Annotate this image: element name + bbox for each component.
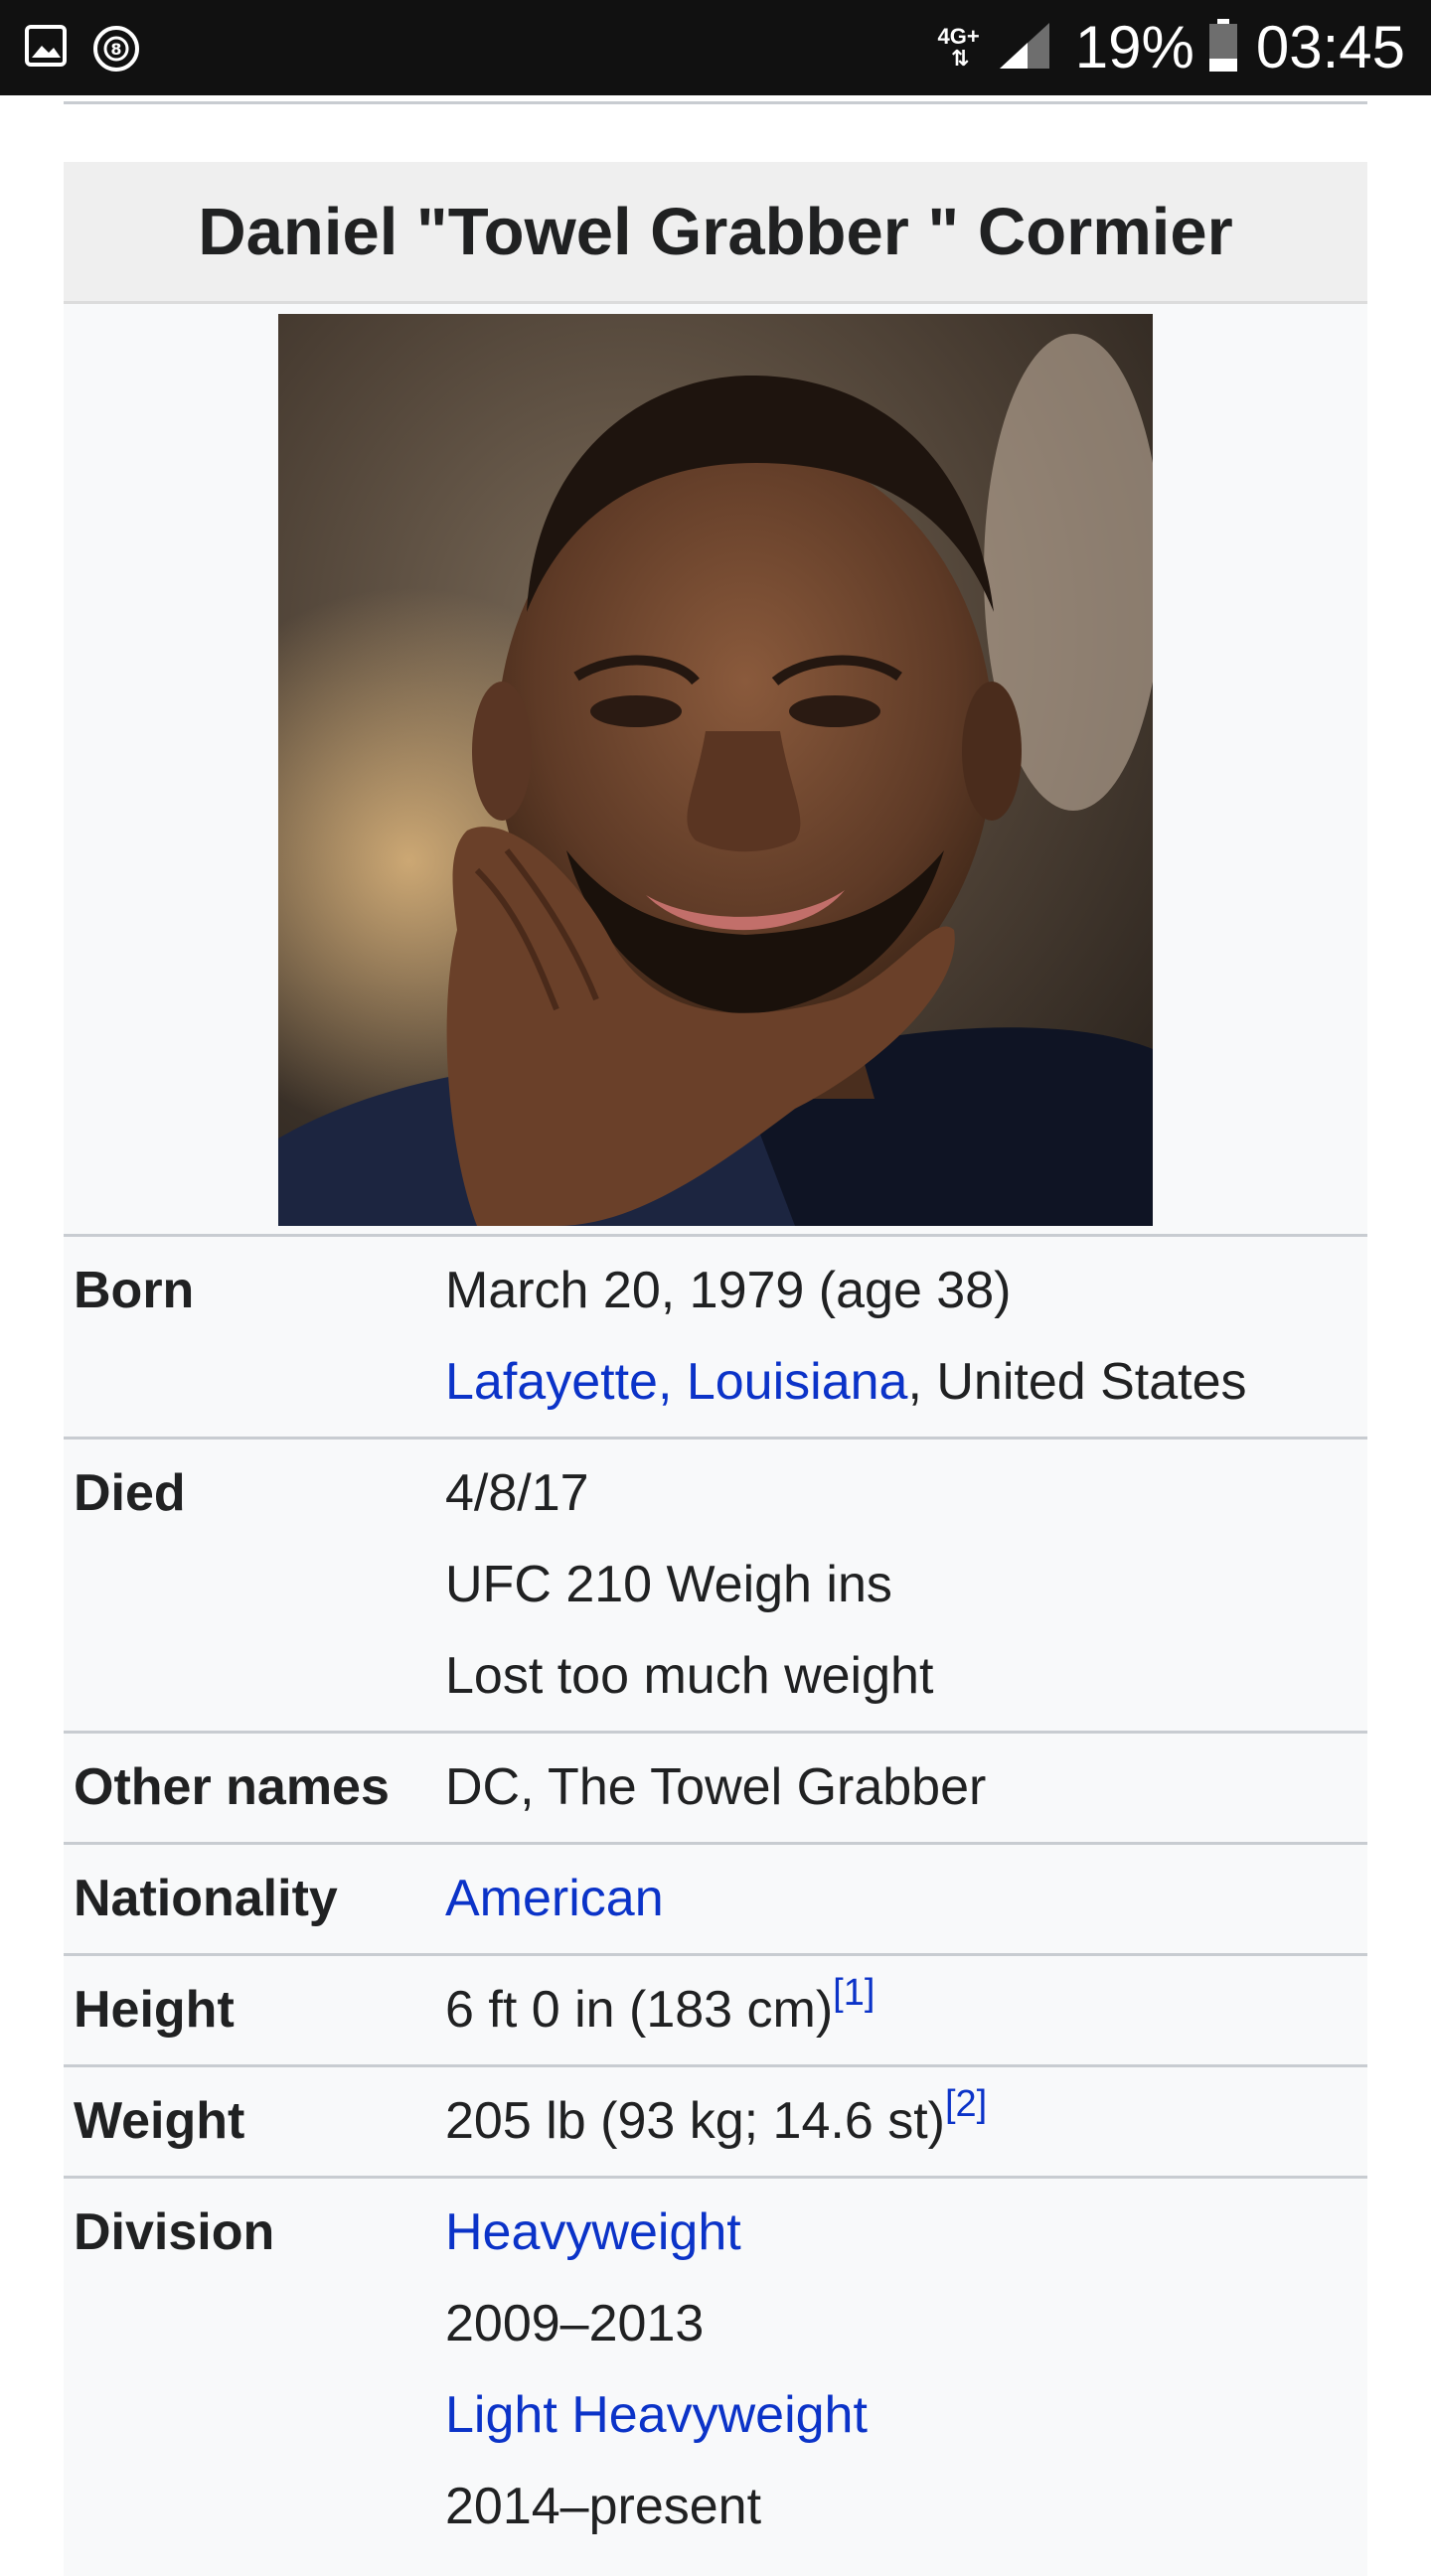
infobox-row-other-names: Other names DC, The Towel Grabber (64, 1734, 1367, 1845)
row-label: Nationality (74, 1870, 338, 1927)
reference-link[interactable]: [2] (945, 2083, 987, 2125)
row-value: 4/8/17 UFC 210 Weigh ins Lost too much w… (445, 1440, 1367, 1731)
born-date: March 20, 1979 (age 38) (445, 1262, 1012, 1319)
reference-link[interactable]: [1] (833, 1972, 874, 2014)
born-place-country: , United States (907, 1353, 1247, 1411)
born-place: Lafayette, Louisiana, United States (445, 1336, 1367, 1428)
svg-text:8: 8 (110, 40, 121, 59)
infobox-row-died: Died 4/8/17 UFC 210 Weigh ins Lost too m… (64, 1440, 1367, 1734)
row-value: American (445, 1845, 1367, 1953)
row-label: Height (74, 1981, 235, 2039)
height-value: 6 ft 0 in (183 cm) (445, 1981, 834, 2039)
row-value: March 20, 1979 (age 38) Lafayette, Louis… (445, 1237, 1367, 1437)
battery-icon (1208, 18, 1238, 77)
row-value: Heavyweight 2009–2013 Light Heavyweight … (445, 2179, 1367, 2576)
infobox-row-nationality: Nationality American (64, 1845, 1367, 1956)
died-line: 4/8/17 (445, 1464, 589, 1522)
row-value: DC, The Towel Grabber (445, 1734, 1367, 1842)
infobox-row-division: Division Heavyweight 2009–2013 Light Hea… (64, 2179, 1367, 2576)
division-years: 2014–present (445, 2478, 762, 2535)
circle-badge-icon: 8 (91, 24, 141, 78)
died-line: UFC 210 Weigh ins (445, 1556, 892, 1613)
row-value: 6 ft 0 in (183 cm)[1] (445, 1956, 1367, 2064)
division-link[interactable]: Light Heavyweight (445, 2369, 1367, 2461)
infobox-row-weight: Weight 205 lb (93 kg; 14.6 st)[2] (64, 2067, 1367, 2179)
other-names-value: DC, The Towel Grabber (445, 1758, 987, 1816)
network-indicator: 4G+ ⇅ (938, 26, 980, 70)
status-bar: 8 4G+ ⇅ 19% 03:45 (0, 0, 1431, 95)
born-place-link[interactable]: Lafayette, Louisiana (445, 1353, 907, 1411)
row-label: Died (74, 1464, 186, 1522)
infobox: Daniel "Towel Grabber " Cormier Born Mar… (64, 162, 1367, 2576)
row-label: Other names (74, 1758, 390, 1816)
infobox-row-height: Height 6 ft 0 in (183 cm)[1] (64, 1956, 1367, 2067)
image-icon (24, 24, 68, 73)
nationality-link[interactable]: American (445, 1853, 1367, 1944)
infobox-title: Daniel "Towel Grabber " Cormier (64, 162, 1367, 304)
row-value: 205 lb (93 kg; 14.6 st)[2] (445, 2067, 1367, 2176)
signal-icon (998, 21, 1051, 76)
row-label: Born (74, 1262, 195, 1319)
infobox-image-row (64, 304, 1367, 1237)
infobox-row-born: Born March 20, 1979 (age 38) Lafayette, … (64, 1237, 1367, 1440)
died-line: Lost too much weight (445, 1647, 934, 1705)
clock: 03:45 (1255, 14, 1405, 80)
row-label: Weight (74, 2092, 245, 2150)
row-label: Division (74, 2203, 275, 2261)
division-years: 2009–2013 (445, 2295, 705, 2352)
data-arrows-icon: ⇅ (950, 46, 970, 71)
network-type: 4G+ (937, 24, 980, 49)
weight-value: 205 lb (93 kg; 14.6 st) (445, 2092, 945, 2150)
portrait-image[interactable] (278, 314, 1153, 1226)
divider (64, 101, 1367, 104)
division-link[interactable]: Heavyweight (445, 2187, 1367, 2278)
battery-percent: 19% (1074, 14, 1194, 80)
